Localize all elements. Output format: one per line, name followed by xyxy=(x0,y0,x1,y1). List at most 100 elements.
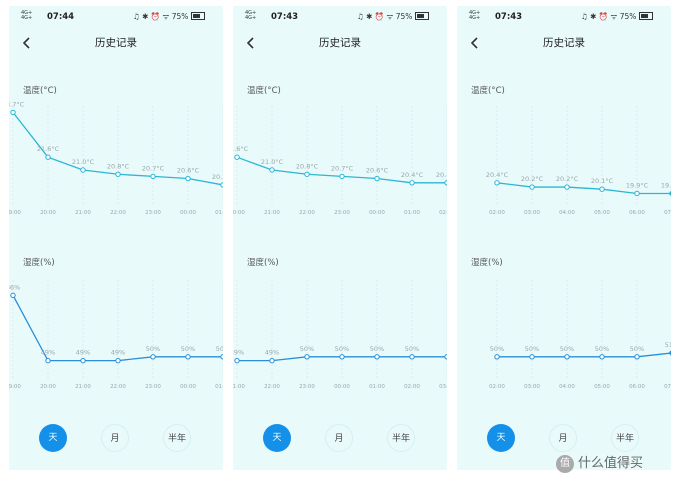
x-tick-label: 19:00 xyxy=(9,384,21,390)
series-line xyxy=(497,352,671,358)
tab-day[interactable]: 天 xyxy=(263,424,291,452)
x-tick-label: 01:00 xyxy=(404,210,420,216)
tab-month[interactable]: 月 xyxy=(549,424,577,452)
watermark-text: 什么值得买 xyxy=(578,456,644,471)
data-label: 20.2°C xyxy=(556,175,579,183)
data-label: 20.3°C xyxy=(212,173,223,181)
status-bar: 4G+ 4G+ 07:43 ♫ ✱ ⏰ ᯤ 75% xyxy=(233,6,447,26)
data-point xyxy=(80,357,86,364)
data-point xyxy=(564,184,570,190)
data-label: 50% xyxy=(300,345,314,353)
status-symbols: ♫ ✱ ⏰ ᯤ xyxy=(357,12,394,21)
x-tick-label: 04:00 xyxy=(559,384,575,390)
x-tick-label: 00:00 xyxy=(334,384,350,390)
temperature-chart: 20.4°C 20.2°C 20.2°C 20.1°C 19.9°C 19.9°C 02:0… xyxy=(486,106,671,216)
data-point xyxy=(45,357,51,364)
data-point xyxy=(599,354,605,360)
data-label: 21.0°C xyxy=(72,158,95,166)
tab-day[interactable]: 天 xyxy=(39,424,67,452)
battery-icon xyxy=(639,12,654,20)
battery-icon xyxy=(191,12,206,20)
screen-1: 4G+ 4G+ 07:44 ♫ ✱ ⏰ ᯤ 75% 历史记录 温度(°C) 23… xyxy=(9,6,223,470)
temperature-chart: 21.6°C 21.0°C 20.8°C 20.7°C 20.6°C 20.4°C 20.4… xyxy=(233,106,447,216)
screen-2: 4G+ 4G+ 07:43 ♫ ✱ ⏰ ᯤ 75% 历史记录 温度(°C) 21… xyxy=(233,6,447,470)
watermark-badge: 值 xyxy=(556,454,574,473)
x-tick-label: 23:00 xyxy=(145,384,161,390)
x-tick-label: 02:00 xyxy=(489,384,505,390)
data-point xyxy=(185,175,191,182)
x-tick-label: 01:00 xyxy=(369,384,385,390)
data-point xyxy=(115,357,121,364)
tab-halfyear[interactable]: 半年 xyxy=(387,424,415,452)
status-bar: 4G+ 4G+ 07:43 ♫ ✱ ⏰ ᯤ 75% xyxy=(457,6,671,26)
data-label: 50% xyxy=(490,345,504,353)
status-icons: ♫ ✱ ⏰ ᯤ 75% xyxy=(581,12,654,22)
data-point xyxy=(669,350,671,356)
data-label: 20.6°C xyxy=(177,167,200,175)
data-point xyxy=(45,154,51,160)
data-label: 20.7°C xyxy=(331,164,354,172)
watermark: 值什么值得买 xyxy=(556,452,643,473)
tab-month[interactable]: 月 xyxy=(325,424,353,452)
x-tick-label: 22:00 xyxy=(299,210,315,216)
data-label: 19.9°C xyxy=(661,181,671,189)
data-label: 49% xyxy=(41,349,55,357)
data-point xyxy=(494,354,500,360)
x-tick-label: 20:00 xyxy=(40,210,56,216)
x-tick-label: 22:00 xyxy=(110,384,126,390)
x-tick-label: 21:00 xyxy=(233,384,245,390)
data-point xyxy=(10,292,16,299)
x-tick-label: 05:00 xyxy=(594,384,610,390)
period-tabs: 天 月 半年 xyxy=(233,424,447,456)
tab-halfyear[interactable]: 半年 xyxy=(163,424,191,452)
tab-month[interactable]: 月 xyxy=(101,424,129,452)
data-point xyxy=(669,190,671,196)
x-tick-label: 21:00 xyxy=(264,210,280,216)
data-point xyxy=(634,190,640,197)
humidity-label: 湿度(%) xyxy=(23,258,55,268)
screen-3: 4G+ 4G+ 07:43 ♫ ✱ ⏰ ᯤ 75% 历史记录 温度(°C) 20… xyxy=(457,6,671,470)
x-tick-label: 06:00 xyxy=(629,384,645,390)
page-title: 历史记录 xyxy=(95,37,137,49)
data-label: 50% xyxy=(560,345,574,353)
status-bar: 4G+ 4G+ 07:44 ♫ ✱ ⏰ ᯤ 75% xyxy=(9,6,223,26)
data-label: 20.6°C xyxy=(366,167,389,175)
data-label: 50% xyxy=(525,345,539,353)
data-label: 49% xyxy=(265,349,279,357)
signal-indicator: 4G+ 4G+ xyxy=(21,10,33,21)
tab-halfyear[interactable]: 半年 xyxy=(611,424,639,452)
data-point xyxy=(374,175,380,182)
data-label: 50% xyxy=(335,345,349,353)
data-point xyxy=(150,173,156,180)
x-tick-label: 20:00 xyxy=(40,384,56,390)
x-tick-label: 01:00 xyxy=(215,384,223,390)
status-time: 07:44 xyxy=(47,12,75,22)
data-label: 20.4°C xyxy=(486,171,509,179)
humidity-chart: 49% 49% 50% 50% 50% 50% 21:00 22:00 23:00 00:00 01… xyxy=(233,280,447,390)
data-point xyxy=(634,354,640,360)
tab-day[interactable]: 天 xyxy=(487,424,515,452)
status-icons: ♫ ✱ ⏰ ᯤ 75% xyxy=(133,12,206,22)
data-label: 50% xyxy=(595,345,609,353)
x-tick-label: 21:00 xyxy=(75,384,91,390)
temperature-label: 温度(°C) xyxy=(23,86,57,96)
header: 历史记录 xyxy=(457,32,671,52)
data-label: 20.7°C xyxy=(142,164,165,172)
data-point xyxy=(374,354,380,360)
data-label: 19.9°C xyxy=(626,181,649,189)
data-point xyxy=(444,180,447,186)
data-point xyxy=(529,354,535,360)
x-tick-label: 22:00 xyxy=(110,210,126,216)
data-label: 20.2°C xyxy=(521,175,544,183)
battery-percent: 75% xyxy=(619,12,637,21)
data-point xyxy=(80,167,86,173)
status-symbols: ♫ ✱ ⏰ ᯤ xyxy=(581,12,618,21)
data-point xyxy=(304,171,310,177)
x-tick-label: 03:00 xyxy=(439,384,447,390)
data-point xyxy=(494,180,500,186)
data-label: 49% xyxy=(76,349,90,357)
x-tick-label: 20:00 xyxy=(233,210,245,216)
x-tick-label: 05:00 xyxy=(594,210,610,216)
temperature-label: 温度(°C) xyxy=(471,86,505,96)
data-label: 21.0°C xyxy=(261,158,284,166)
